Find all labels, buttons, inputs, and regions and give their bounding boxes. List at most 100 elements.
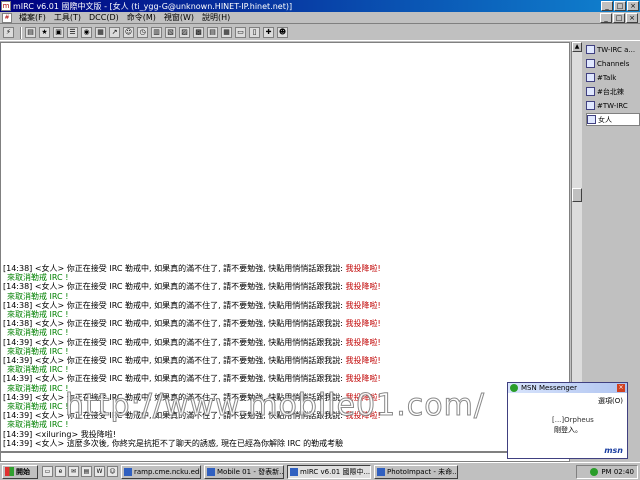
switchbar-item[interactable]: Channels [586,57,640,70]
explorer-icon[interactable]: ▤ [81,466,92,477]
chat-text: 我投降啦! [80,429,116,439]
system-tray: PM 02:40 [576,464,638,479]
chat-nick[interactable]: <女人> [35,374,64,383]
mdi-restore-button[interactable]: □ [613,12,625,23]
msn-notification[interactable]: MSN Messenger × 選項(O) [...]Orpheus 剛登入。 … [507,382,628,459]
menu-file[interactable]: 檔案(F) [15,12,50,23]
chat-nick[interactable]: <女人> [35,356,64,365]
chat-nick[interactable]: <女人> [35,393,64,402]
message-input[interactable] [0,452,570,462]
chat-timestamp: [14:39] [3,411,33,421]
chat-nick[interactable]: <女人> [35,319,64,328]
chat-nick[interactable]: <女人> [35,264,64,273]
tile-icon[interactable]: ▭ [235,27,246,38]
switchbar-item[interactable]: #台北辣 [586,85,640,98]
task-app-icon [377,467,385,476]
notify-icon[interactable]: ◉ [81,27,92,38]
scroll-thumb[interactable] [572,188,582,202]
chat-nick[interactable]: <女人> [35,439,64,448]
chat-highlight: 我投降啦! [345,300,381,310]
window-icon [586,73,595,82]
chat-highlight: 我投降啦! [345,263,381,273]
timer-icon[interactable]: ◷ [137,27,148,38]
mdi-close-button[interactable]: × [626,12,638,23]
menu-dcc[interactable]: DCC(D) [85,13,123,22]
chat-text: 你正在接受 IRC 勒戒中, 如果真的滿不住了, 請不要勉強, 快點用悄悄話跟我… [66,319,343,329]
chat-highlight: 我投降啦! [345,319,381,329]
chat-icon[interactable]: ☺ [123,27,134,38]
start-button[interactable]: 開始 [2,464,38,479]
task-app-icon [207,467,215,476]
task-label: Mobile 01 - 發表新... [217,467,284,476]
chat-nick[interactable]: <女人> [35,301,64,310]
menu-window[interactable]: 視窗(W) [160,12,198,23]
desktop-icon[interactable]: ▭ [42,466,53,477]
windows-flag-icon [5,467,14,476]
about-icon[interactable]: ☻ [277,27,288,38]
messenger-icon[interactable]: ☺ [107,466,118,477]
switchbar-item[interactable]: TW-IRC a... [586,43,640,56]
task-list: ramp.cme.ncku.edu.tw... Mobile 01 - 發表新..… [118,464,458,479]
address-book-icon[interactable]: ☰ [67,27,78,38]
switchbar-item[interactable]: #TW-IRC [586,99,640,112]
taskbar-task[interactable]: PhotoImpact - 未命... [374,464,458,479]
chat-nick[interactable]: <xiluring> [35,430,78,439]
switchbar-item[interactable]: #Talk [586,71,640,84]
chat-text: 你正在接受 IRC 勒戒中, 如果真的滿不住了, 請不要勉強, 快點用悄悄話跟我… [66,355,343,365]
menu-help[interactable]: 說明(H) [198,12,234,23]
options-icon[interactable]: ▤ [25,27,36,38]
mdi-minimize-button[interactable]: _ [600,12,612,23]
channels-list-icon[interactable]: ▣ [53,27,64,38]
taskbar-task[interactable]: mIRC v6.01 國際中... [287,464,371,479]
chat-highlight: 我投降啦! [345,355,381,365]
received-files-icon[interactable]: ▥ [151,27,162,38]
remote-icon[interactable]: ▦ [221,27,232,38]
msn-buddy-icon [510,384,518,392]
quick-launch: ▭ e ✉ ▤ W ☺ [42,466,118,477]
msn-options-link[interactable]: 選項(O) [598,396,623,406]
window-icon [586,59,595,68]
switchbar-item[interactable]: 女人 [586,113,640,126]
scroll-up-icon[interactable]: ▲ [572,42,582,52]
aliases-icon[interactable]: ▤ [207,27,218,38]
screen: m mIRC v6.01 國際中文版 - [女人 (ti_ygg-G@unkno… [0,0,640,480]
chat-nick[interactable]: <女人> [35,282,64,291]
menu-commands[interactable]: 命令(M) [123,12,160,23]
title-bar: m mIRC v6.01 國際中文版 - [女人 (ti_ygg-G@unkno… [0,0,640,12]
connect-icon[interactable]: ⚡ [3,27,14,38]
send-file-icon[interactable]: ↗ [109,27,120,38]
chat-nick[interactable]: <女人> [35,338,64,347]
favorites-icon[interactable]: ★ [39,27,50,38]
word-icon[interactable]: W [94,466,105,477]
minimize-button[interactable]: _ [601,1,613,11]
channel-window-icon[interactable]: # [2,12,12,23]
chat-line: [14:38] <女人> 你正在接受 IRC 勒戒中, 如果真的滿不住了, 請不… [3,301,563,310]
help-icon[interactable]: ✚ [263,27,274,38]
close-button[interactable]: × [627,1,639,11]
msn-tray-icon[interactable] [590,467,599,476]
cascade-icon[interactable]: ▯ [249,27,260,38]
menu-tools[interactable]: 工具(T) [50,12,85,23]
mirc-app-icon[interactable]: m [1,1,11,11]
msn-close-icon[interactable]: × [617,384,625,392]
taskbar-task[interactable]: Mobile 01 - 發表新... [204,464,284,479]
taskbar-task[interactable]: ramp.cme.ncku.edu.tw... [121,464,201,479]
msn-header: MSN Messenger × [508,383,627,393]
window-controls: _ □ × [601,1,639,11]
chat-nick[interactable]: <女人> [35,411,64,420]
watermark: http://www.mobile01.com/ [65,388,485,424]
chat-highlight: 我投降啦! [345,374,381,384]
ie-icon[interactable]: e [55,466,66,477]
window-icon [586,45,595,54]
window-title: mIRC v6.01 國際中文版 - [女人 (ti_ygg-G@unknown… [13,1,293,11]
popups-icon[interactable]: ▩ [193,27,204,38]
window-icon [586,87,595,96]
log-files-icon[interactable]: ▧ [165,27,176,38]
maximize-button[interactable]: □ [614,1,626,11]
url-list-icon[interactable]: ▦ [95,27,106,38]
switchbar-label: 女人 [598,115,612,124]
outlook-icon[interactable]: ✉ [68,466,79,477]
window-icon [586,101,595,110]
scripts-icon[interactable]: ▨ [179,27,190,38]
chat-timestamp: [14:39] [3,337,33,347]
